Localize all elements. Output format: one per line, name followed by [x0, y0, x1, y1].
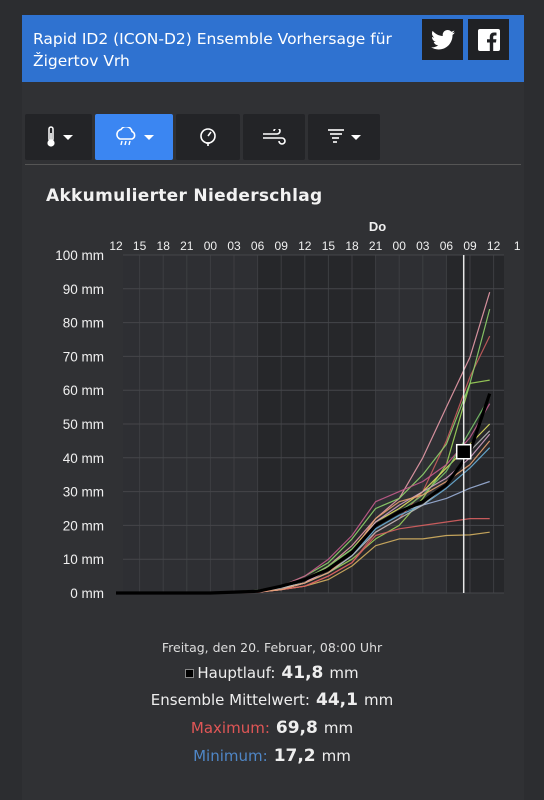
y-tick-label: 50 mm: [63, 417, 104, 432]
max-label: Maximum:: [190, 719, 270, 737]
y-tick-label: 40 mm: [63, 451, 104, 466]
min-label: Minimum:: [193, 747, 268, 765]
y-tick-label: 10 mm: [63, 552, 104, 567]
x-tick-label: 12: [487, 239, 501, 253]
mean-label: Ensemble Mittelwert:: [150, 691, 310, 709]
main-run-unit: mm: [329, 664, 359, 682]
readout-ensemble-mean: Ensemble Mittelwert: 44,1 mm: [0, 690, 544, 710]
readout-maximum: Maximum: 69,8 mm: [0, 718, 544, 738]
y-tick-label: 30 mm: [63, 485, 104, 500]
x-tick-label: 18: [345, 239, 359, 253]
x-tick-label: 18: [157, 239, 171, 253]
x-tick-label: 03: [416, 239, 430, 253]
min-value: 17,2: [273, 746, 316, 766]
y-tick-label: 20 mm: [63, 518, 104, 533]
x-tick-label: 09: [463, 239, 477, 253]
max-value: 69,8: [275, 718, 318, 738]
day-label: Do: [369, 219, 386, 234]
y-tick-label: 0 mm: [70, 586, 104, 601]
y-tick-label: 90 mm: [63, 282, 104, 297]
readout-date: Freitag, den 20. Februar, 08:00 Uhr: [161, 640, 383, 655]
readout-minimum: Minimum: 17,2 mm: [0, 746, 544, 766]
main-run-swatch: [185, 669, 195, 678]
min-unit: mm: [321, 747, 351, 765]
y-tick-label: 70 mm: [63, 349, 104, 364]
x-tick-label: 00: [393, 239, 407, 253]
x-tick-label: 00: [204, 239, 218, 253]
y-tick-label: 100 mm: [55, 248, 104, 263]
mean-value: 44,1: [316, 690, 358, 710]
y-tick-label: 80 mm: [63, 316, 104, 331]
x-tick-label: 15: [322, 239, 336, 253]
x-tick-label: 03: [227, 239, 241, 253]
x-tick-label: 12: [109, 239, 123, 253]
x-tick-label: 21: [180, 239, 194, 253]
x-tick-label: 12: [298, 239, 312, 253]
x-tick-label: 1: [514, 239, 521, 253]
main-run-value: 41,8: [281, 663, 324, 683]
readout-main-run: Hauptlauf: 41,8 mm: [0, 663, 544, 683]
mean-unit: mm: [363, 691, 394, 709]
main-run-marker: [455, 443, 472, 460]
x-tick-label: 21: [369, 239, 383, 253]
x-tick-label: 06: [251, 239, 265, 253]
x-tick-label: 09: [275, 239, 289, 253]
y-tick-label: 60 mm: [63, 383, 104, 398]
x-tick-label: 06: [440, 239, 454, 253]
max-unit: mm: [323, 719, 354, 737]
main-run-label: Hauptlauf:: [185, 664, 275, 682]
x-tick-label: 15: [133, 239, 147, 253]
